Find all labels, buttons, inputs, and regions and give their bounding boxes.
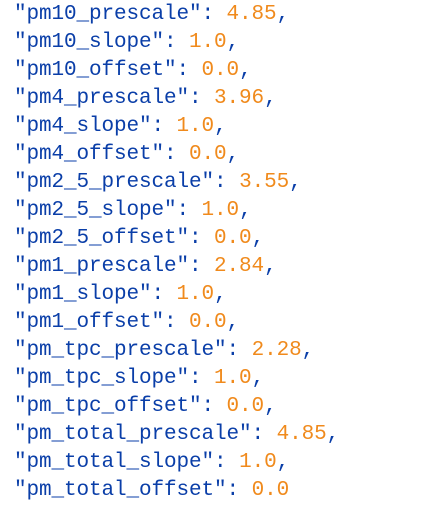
key-value-separator: : xyxy=(151,283,177,306)
trailing-comma: , xyxy=(326,423,340,446)
code-line[interactable]: "pm4_slope": 1.0, xyxy=(14,113,339,141)
json-number-value: 1.0 xyxy=(239,451,277,474)
code-line[interactable]: "pm_total_offset": 0.0 xyxy=(14,477,339,505)
code-lines: "pm10_prescale": 4.85, "pm10_slope": 1.0… xyxy=(14,1,339,505)
json-number-value: 1.0 xyxy=(214,367,252,390)
trailing-comma: , xyxy=(264,395,277,418)
key-value-separator: : xyxy=(151,115,177,138)
json-key: "pm4_offset" xyxy=(14,143,165,166)
key-value-separator: : xyxy=(189,255,215,278)
trailing-comma: , xyxy=(301,339,315,362)
json-number-value: 1.0 xyxy=(176,283,215,306)
trailing-comma: , xyxy=(251,367,265,390)
trailing-comma: , xyxy=(226,311,240,334)
json-number-value: 2.84 xyxy=(214,255,265,278)
json-number-value: 2.28 xyxy=(251,339,302,362)
json-number-value: 0.0 xyxy=(201,59,240,82)
key-value-separator: : xyxy=(189,87,215,110)
code-editor[interactable]: "pm10_prescale": 4.85, "pm10_slope": 1.0… xyxy=(0,0,435,523)
json-key: "pm1_prescale" xyxy=(14,255,190,278)
key-value-separator: : xyxy=(226,339,252,362)
code-line[interactable]: "pm1_slope": 1.0, xyxy=(14,281,339,309)
trailing-comma: , xyxy=(251,227,265,250)
code-line[interactable]: "pm2_5_slope": 1.0, xyxy=(14,197,339,225)
json-key: "pm4_slope" xyxy=(14,115,152,138)
json-number-value: 0.0 xyxy=(189,311,227,334)
json-key: "pm1_slope" xyxy=(14,283,152,306)
json-key: "pm_tpc_offset" xyxy=(14,395,202,418)
key-value-separator: : xyxy=(164,31,190,54)
code-line[interactable]: "pm4_prescale": 3.96, xyxy=(14,85,339,113)
key-value-separator: : xyxy=(176,59,202,82)
json-number-value: 3.55 xyxy=(239,171,290,194)
trailing-comma: , xyxy=(214,115,227,138)
code-line[interactable]: "pm10_offset": 0.0, xyxy=(14,57,339,85)
json-number-value: 1.0 xyxy=(189,31,227,54)
key-value-separator: : xyxy=(176,199,202,222)
key-value-separator: : xyxy=(201,3,227,26)
json-number-value: 4.85 xyxy=(226,3,277,26)
json-number-value: 0.0 xyxy=(189,143,227,166)
trailing-comma: , xyxy=(276,3,290,26)
code-line[interactable]: "pm_tpc_offset": 0.0, xyxy=(14,393,339,421)
trailing-comma: , xyxy=(214,283,227,306)
json-key: "pm10_offset" xyxy=(14,59,177,82)
code-line[interactable]: "pm_total_prescale": 4.85, xyxy=(14,421,339,449)
json-key: "pm_total_slope" xyxy=(14,451,215,474)
json-number-value: 3.96 xyxy=(214,87,265,110)
json-key: "pm10_prescale" xyxy=(14,3,202,26)
json-key: "pm_tpc_slope" xyxy=(14,367,190,390)
key-value-separator: : xyxy=(164,311,190,334)
json-number-value: 0.0 xyxy=(226,395,265,418)
code-line[interactable]: "pm_tpc_slope": 1.0, xyxy=(14,365,339,393)
json-number-value: 4.85 xyxy=(276,423,327,446)
trailing-comma: , xyxy=(226,143,240,166)
trailing-comma: , xyxy=(264,87,277,110)
json-key: "pm10_slope" xyxy=(14,31,165,54)
json-key: "pm2_5_prescale" xyxy=(14,171,215,194)
code-line[interactable]: "pm1_prescale": 2.84, xyxy=(14,253,339,281)
json-key: "pm1_offset" xyxy=(14,311,165,334)
trailing-comma: , xyxy=(276,451,290,474)
key-value-separator: : xyxy=(201,395,227,418)
json-key: "pm_total_offset" xyxy=(14,479,227,502)
trailing-comma: , xyxy=(239,199,252,222)
json-number-value: 0.0 xyxy=(251,479,290,502)
code-line[interactable]: "pm10_prescale": 4.85, xyxy=(14,1,339,29)
code-line[interactable]: "pm2_5_prescale": 3.55, xyxy=(14,169,339,197)
json-key: "pm2_5_slope" xyxy=(14,199,177,222)
code-line[interactable]: "pm4_offset": 0.0, xyxy=(14,141,339,169)
json-number-value: 1.0 xyxy=(201,199,240,222)
code-line[interactable]: "pm10_slope": 1.0, xyxy=(14,29,339,57)
code-line[interactable]: "pm_tpc_prescale": 2.28, xyxy=(14,337,339,365)
key-value-separator: : xyxy=(214,451,240,474)
json-number-value: 0.0 xyxy=(214,227,252,250)
key-value-separator: : xyxy=(164,143,190,166)
code-line[interactable]: "pm1_offset": 0.0, xyxy=(14,309,339,337)
json-number-value: 1.0 xyxy=(176,115,215,138)
trailing-comma: , xyxy=(289,171,302,194)
json-key: "pm4_prescale" xyxy=(14,87,190,110)
trailing-comma: , xyxy=(226,31,240,54)
key-value-separator: : xyxy=(214,171,240,194)
key-value-separator: : xyxy=(251,423,277,446)
trailing-comma: , xyxy=(264,255,277,278)
code-line[interactable]: "pm_total_slope": 1.0, xyxy=(14,449,339,477)
json-key: "pm_total_prescale" xyxy=(14,423,252,446)
key-value-separator: : xyxy=(226,479,252,502)
json-key: "pm_tpc_prescale" xyxy=(14,339,227,362)
code-line[interactable]: "pm2_5_offset": 0.0, xyxy=(14,225,339,253)
key-value-separator: : xyxy=(189,227,215,250)
key-value-separator: : xyxy=(189,367,215,390)
json-key: "pm2_5_offset" xyxy=(14,227,190,250)
trailing-comma: , xyxy=(239,59,252,82)
